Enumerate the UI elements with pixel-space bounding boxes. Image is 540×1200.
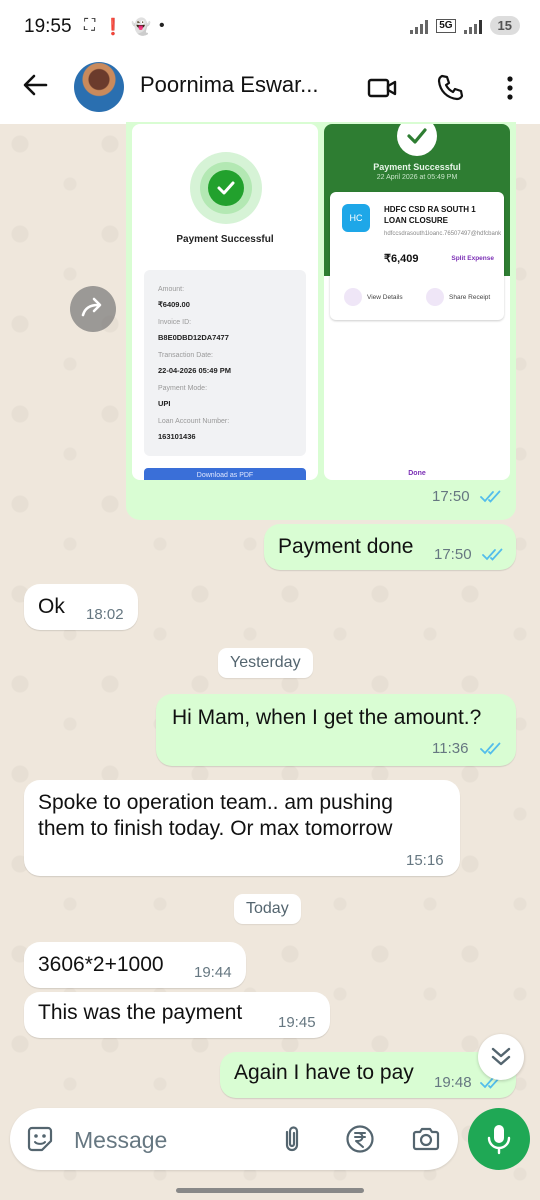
message-bubble-in[interactable]: Ok 18:02 [24,584,138,630]
snapchat-icon: 👻 [131,19,152,36]
message-time: 17:50 [434,546,472,563]
image-message-bubble[interactable]: Payment Successful Amount: ₹6409.00 Invo… [126,122,516,520]
attach-icon[interactable] [276,1123,308,1155]
detail-label: Loan Account Number: [158,418,230,425]
payee-card: HC HDFC CSD RA SOUTH 1 LOAN CLOSURE hdfc… [330,192,504,320]
detail-value: ₹6409.00 [158,300,190,309]
message-bubble-out[interactable]: Payment done 17:50 [264,524,516,570]
dot-icon: • [159,17,165,34]
payment-title: Payment Successful [373,162,461,172]
payee-upi: hdfccsdrasouth1loanc.76507497@hdfcbank [384,231,502,237]
phone-icon[interactable] [434,72,466,104]
status-time: 19:55 [24,16,72,37]
system-indicators: 5G 15 [410,16,520,35]
message-bubble-out[interactable]: Hi Mam, when I get the amount.? 11:36 [156,694,516,766]
signal-icon-2 [463,18,482,34]
detail-label: Payment Mode: [158,385,208,392]
message-text: 3606*2+1000 [38,953,164,976]
signal-icon [410,18,429,34]
message-text: Hi Mam, when I get the amount.? [172,706,482,729]
share-icon [426,288,444,306]
payment-screenshot-right[interactable]: Payment Successful 22 April 2026 at 05:4… [324,124,510,480]
message-text: This was the payment [38,1001,243,1024]
message-text: Again I have to pay [234,1061,414,1084]
view-details-action: View Details [344,288,403,306]
payment-date: 22 April 2026 at 05:49 PM [376,174,458,181]
message-text: Ok [38,595,65,618]
share-receipt-action: Share Receipt [426,288,490,306]
message-time: 19:44 [194,964,232,981]
chat-header: Poornima Eswar... [0,54,540,124]
message-time: 18:02 [86,606,124,623]
message-input[interactable] [72,1122,266,1158]
scroll-to-bottom-button[interactable] [478,1034,524,1080]
share-receipt-label: Share Receipt [449,293,491,301]
forward-icon[interactable] [70,286,116,332]
sticker-icon[interactable] [24,1123,56,1155]
payee-initials: HC [342,204,370,232]
detail-value: 22-04-2026 05:49 PM [158,366,231,375]
read-ticks-icon [482,548,503,561]
date-divider: Today [234,894,301,924]
alert-icon: ❗ [103,19,124,36]
message-text: Payment done [278,535,414,558]
message-time: 19:45 [278,1014,316,1031]
detail-value: UPI [158,399,171,408]
split-expense-label: Split Expense [451,255,494,262]
message-bubble-in[interactable]: This was the payment 19:45 [24,992,330,1038]
message-bubble-out[interactable]: Again I have to pay 19:48 [220,1052,516,1098]
avatar[interactable] [74,62,124,112]
document-icon [344,288,362,306]
back-arrow-icon[interactable] [20,70,50,100]
payment-amount: ₹6,409 [384,253,419,265]
message-time: 11:36 [432,740,469,757]
payment-title: Payment Successful [176,234,274,245]
message-time: 17:50 [432,488,470,505]
status-bar: 19:55 ⛶ ❗ 👻 • 5G 15 [0,0,540,54]
gesture-nav-bar[interactable] [176,1188,364,1193]
payment-screenshot-left[interactable]: Payment Successful Amount: ₹6409.00 Invo… [132,124,318,480]
detail-label: Amount: [158,286,185,293]
read-ticks-icon [480,742,501,755]
detail-value: B8E0DBD12DA7477 [158,333,229,342]
read-ticks-icon [480,490,501,503]
message-bubble-in[interactable]: Spoke to operation team.. am pushing the… [24,780,460,876]
network-type: 5G [436,18,456,33]
rupee-payment-icon[interactable] [344,1123,376,1155]
contact-name[interactable]: Poornima Eswar... [140,72,319,98]
success-check-icon [190,152,262,224]
detail-value: 163101436 [158,432,196,441]
date-divider: Yesterday [218,648,313,678]
camera-icon[interactable] [410,1123,442,1155]
download-pdf-button: Download as PDF [144,468,306,480]
screenshot-icon: ⛶ [84,17,96,34]
payee-name: HDFC CSD RA SOUTH 1 LOAN CLOSURE [384,205,476,225]
success-check-icon [397,124,437,156]
message-time: 19:48 [434,1074,472,1091]
chevron-double-down-icon [491,1047,511,1066]
message-composer [10,1108,458,1170]
notification-icons: ⛶ ❗ 👻 • [84,17,165,37]
message-time: 15:16 [406,852,444,869]
view-details-label: View Details [367,293,403,301]
message-bubble-in[interactable]: 3606*2+1000 19:44 [24,942,246,988]
payment-details-card: Amount: ₹6409.00 Invoice ID: B8E0DBD12DA… [144,270,306,456]
video-call-icon[interactable] [366,72,398,104]
detail-label: Transaction Date: [158,352,213,359]
message-text: Spoke to operation team.. am pushing the… [38,791,393,840]
done-label: Done [408,470,426,477]
mic-icon [487,1125,511,1155]
mic-button[interactable] [468,1108,530,1170]
detail-label: Invoice ID: [158,319,192,326]
more-vertical-icon[interactable] [494,72,526,104]
battery-level: 15 [489,16,520,35]
